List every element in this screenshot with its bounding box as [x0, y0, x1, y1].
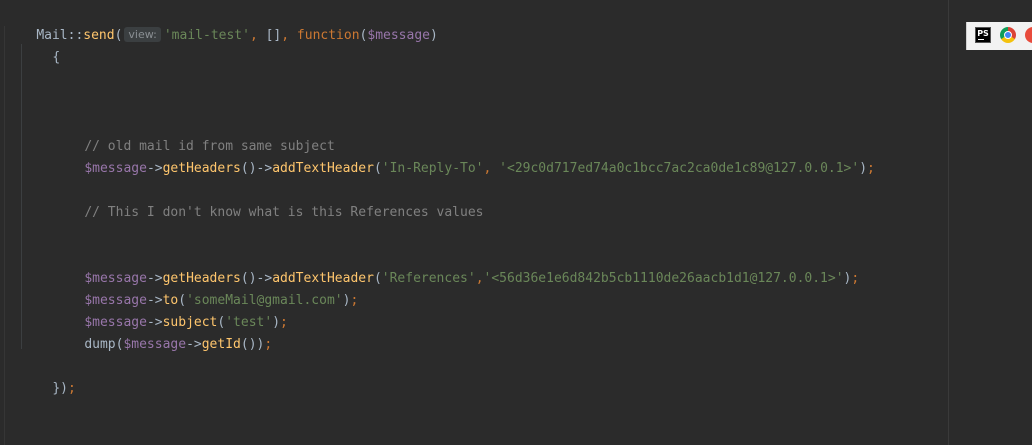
variable: $message: [84, 161, 147, 176]
paren: ): [272, 315, 281, 330]
arrow: ->: [186, 337, 202, 352]
string-literal: 'In-Reply-To': [381, 161, 484, 176]
code-line-dump[interactable]: dump($message->getId());: [53, 312, 272, 352]
paren: ): [430, 28, 438, 43]
scope-operator: ::: [67, 28, 84, 43]
comma: ,: [475, 271, 484, 286]
string-literal: 'References': [381, 271, 476, 286]
semicolon: ;: [867, 161, 875, 176]
method-name: getId: [201, 337, 241, 352]
paren: (): [240, 337, 257, 352]
variable: $message: [367, 28, 430, 43]
code-line-mail-send[interactable]: Mail::send(view:'mail-test', [], functio…: [5, 3, 438, 43]
code-line-to[interactable]: $message->to('someMail@gmail.com');: [53, 268, 358, 308]
app-icon[interactable]: [1025, 27, 1032, 43]
function-name: dump: [84, 337, 116, 352]
comment: // This I don't know what is this Refere…: [84, 205, 484, 220]
right-margin-guide: [948, 0, 949, 445]
string-literal: 'mail-test': [163, 28, 250, 43]
brace: {: [52, 50, 61, 65]
paren: (: [373, 161, 382, 176]
code-line-open-brace[interactable]: {: [21, 25, 60, 65]
paren: (): [240, 161, 257, 176]
comma: ,: [249, 28, 266, 43]
phpstorm-label: PS: [977, 29, 989, 38]
arrow: ->: [256, 161, 273, 176]
method-name: send: [83, 28, 115, 43]
code-line-close[interactable]: });: [21, 356, 75, 396]
paren: (: [373, 271, 382, 286]
code-line-references[interactable]: $message->getHeaders()->addTextHeader('R…: [53, 246, 859, 286]
code-line-comment[interactable]: // This I don't know what is this Refere…: [53, 180, 483, 220]
array-literal: []: [265, 28, 282, 43]
semicolon: ;: [851, 271, 860, 286]
method-name: getHeaders: [162, 161, 241, 176]
code-line-comment[interactable]: // old mail id from same subject: [53, 114, 334, 154]
comma: ,: [281, 28, 297, 43]
string-literal: '<56d36e1e6d842b5cb1110de26aacb1d1@127.0…: [483, 271, 844, 286]
code-editor[interactable]: Mail::send(view:'mail-test', [], functio…: [0, 0, 1032, 445]
comma: ,: [483, 161, 500, 176]
semicolon: ;: [350, 293, 359, 308]
semicolon: ;: [264, 337, 273, 352]
paren: ): [60, 381, 68, 396]
parameter-hint: view:: [124, 27, 161, 42]
variable: $message: [123, 337, 187, 352]
semicolon: ;: [67, 381, 76, 396]
code-line-in-reply-to[interactable]: $message->getHeaders()->addTextHeader('I…: [53, 136, 875, 176]
arrow: ->: [146, 161, 163, 176]
keyword: function: [296, 28, 360, 43]
code-line-subject[interactable]: $message->subject('test');: [53, 290, 288, 330]
string-literal: '<29c0d717ed74a0c1bcc7ac2ca0de1c89@127.0…: [499, 161, 860, 176]
brace: }: [52, 381, 61, 396]
chrome-icon[interactable]: [1000, 27, 1016, 43]
method-name: addTextHeader: [272, 161, 374, 176]
paren: ): [859, 161, 868, 176]
semicolon: ;: [280, 315, 288, 330]
phpstorm-icon[interactable]: PS: [975, 27, 991, 43]
paren: (: [114, 28, 123, 43]
taskbar-tray: PS: [966, 22, 1032, 50]
gutter-edge: [4, 26, 5, 445]
